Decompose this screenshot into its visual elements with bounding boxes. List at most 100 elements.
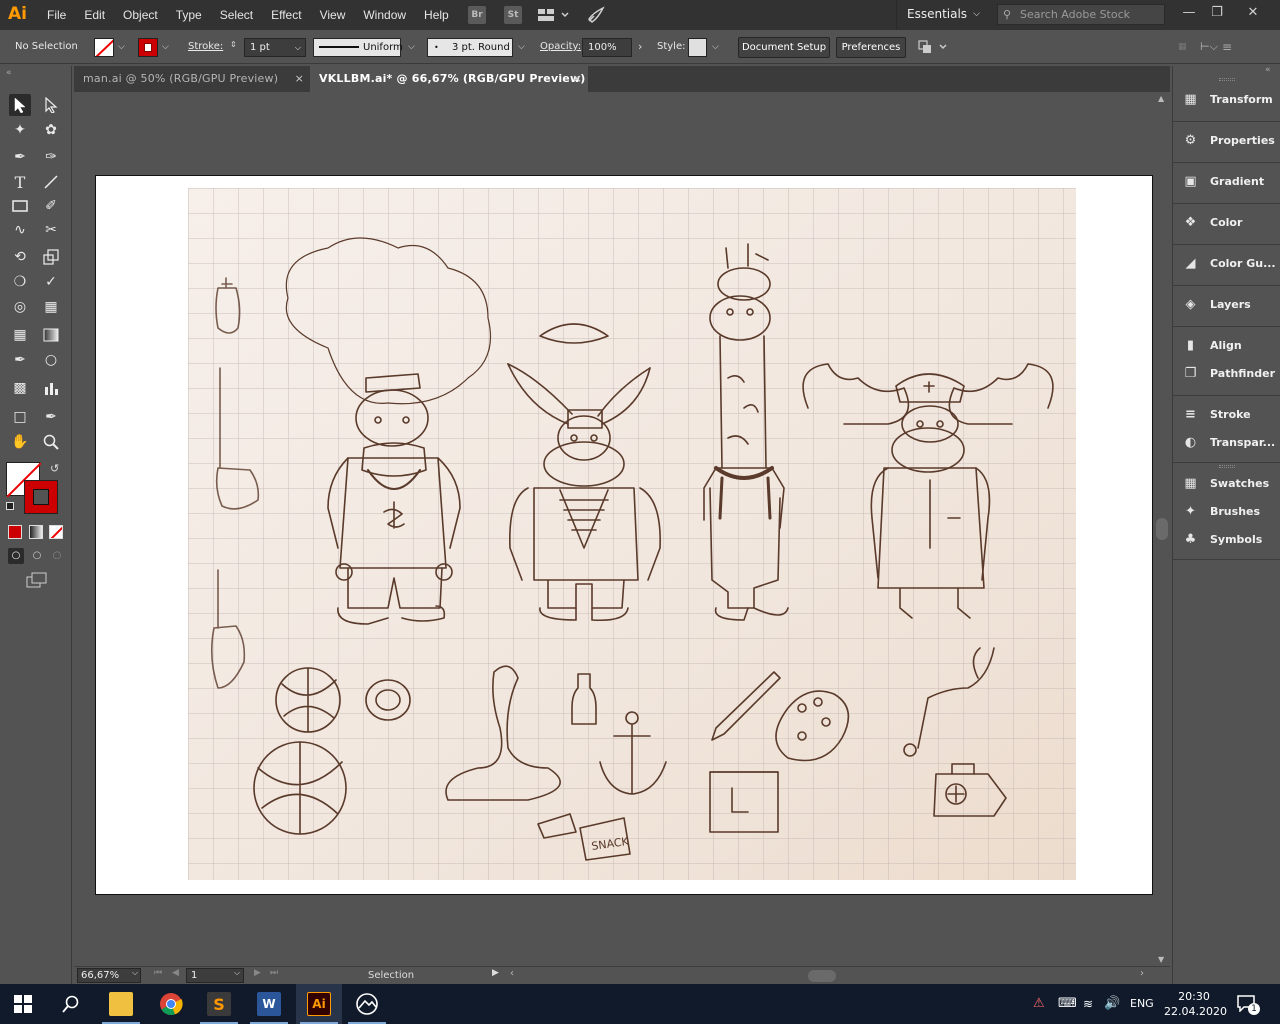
wifi-icon[interactable]: ≋ [1083, 984, 1093, 1024]
magic-wand-tool[interactable]: ✦ [9, 119, 31, 141]
volume-icon[interactable]: 🔊 [1104, 984, 1120, 1024]
clock[interactable]: 20:30 22.04.2020 [1164, 989, 1227, 1019]
start-button[interactable] [0, 984, 46, 1024]
artboard[interactable]: SNACK [95, 175, 1153, 895]
symbol-sprayer-tool[interactable]: ▩ [9, 377, 31, 399]
mesh-tool[interactable]: ▦ [9, 324, 31, 346]
horizontal-scroll-thumb[interactable] [808, 970, 836, 982]
tray-app-icon[interactable]: ⚠ [1033, 984, 1045, 1024]
panel-menu-icon[interactable]: ≡ [1222, 30, 1232, 64]
panel-color-guide[interactable]: ◢ Color Gu... [1173, 251, 1280, 277]
gpu-performance-button[interactable] [586, 5, 606, 28]
slice-tool[interactable]: ✒ [40, 406, 62, 428]
puppet-warp-tool[interactable]: ❍ [9, 271, 31, 293]
menu-object[interactable]: Object [114, 8, 167, 22]
arrange-button[interactable] [916, 38, 950, 59]
vertical-scrollbar[interactable]: ▲ ▼ [1154, 92, 1170, 966]
search-button[interactable] [48, 984, 94, 1024]
taskbar-illustrator[interactable]: Ai [296, 984, 342, 1024]
taskbar-word[interactable]: W [246, 984, 292, 1024]
menu-file[interactable]: File [38, 8, 75, 22]
pen-tool[interactable]: ✒ [9, 146, 31, 168]
type-tool[interactable]: T [9, 171, 31, 193]
taskbar-file-explorer[interactable] [98, 984, 144, 1024]
panel-pathfinder[interactable]: ❐ Pathfinder [1173, 361, 1280, 387]
color-mode-button[interactable] [8, 525, 22, 539]
expand-panels-icon[interactable]: « [1265, 65, 1271, 75]
sketch-photo[interactable]: SNACK [188, 188, 1076, 880]
align-icon[interactable]: ▦ [1178, 30, 1187, 64]
first-artboard-icon[interactable]: ⏮ [154, 968, 162, 978]
stock-button[interactable]: St [504, 6, 522, 24]
panel-align[interactable]: ▮ Align [1173, 333, 1280, 359]
vertical-scroll-thumb[interactable] [1156, 518, 1168, 540]
scroll-right-icon[interactable]: › [1140, 968, 1144, 979]
panel-properties[interactable]: ⚙ Properties [1173, 128, 1280, 154]
change-screen-mode-button[interactable] [26, 572, 48, 591]
transform-shortcut-icon[interactable]: ⊢⌵ [1200, 30, 1218, 64]
panel-grip[interactable] [1219, 465, 1235, 468]
stroke-weight-field[interactable]: 1 pt ⌵ [244, 38, 306, 57]
next-artboard-icon[interactable]: ▶ [254, 968, 261, 978]
shape-builder-tool[interactable]: ◎ [9, 296, 31, 318]
scroll-down-icon[interactable]: ▼ [1158, 955, 1164, 964]
panel-gradient[interactable]: ▣ Gradient [1173, 169, 1280, 195]
status-menu-icon[interactable]: ▶ [492, 968, 499, 978]
artboard-dropdown-icon[interactable]: ⌵ [234, 968, 240, 978]
usb-device-icon[interactable]: ⌨ [1058, 984, 1077, 1024]
menu-edit[interactable]: Edit [75, 8, 114, 22]
zoom-dropdown-icon[interactable]: ⌵ [132, 968, 138, 978]
draw-inside-button[interactable]: ○ [49, 548, 65, 564]
gradient-mode-button[interactable] [29, 525, 43, 539]
hand-tool[interactable]: ✋ [9, 431, 31, 453]
stroke-swatch[interactable] [138, 38, 158, 57]
adobe-stock-search[interactable]: ⚲ Search Adobe Stock [997, 4, 1165, 25]
style-dropdown-icon[interactable]: ⌵ [712, 30, 719, 64]
scroll-up-icon[interactable]: ▲ [1158, 94, 1164, 103]
eyedropper-tool[interactable]: ✒ [9, 349, 31, 371]
direct-selection-tool[interactable] [40, 94, 62, 116]
close-icon[interactable]: × [295, 66, 304, 92]
stroke-stepper-icon[interactable]: ⇕ [230, 30, 237, 64]
brush-definition[interactable]: • 3 pt. Round [427, 38, 513, 57]
panel-transform[interactable]: ▦ Transform [1173, 87, 1280, 113]
preferences-button[interactable]: Preferences [836, 37, 906, 58]
scissors-tool[interactable]: ✂ [40, 219, 62, 241]
document-setup-button[interactable]: Document Setup [738, 37, 830, 58]
panel-swatches[interactable]: ▦ Swatches [1173, 471, 1280, 497]
tab-man-ai[interactable]: man.ai @ 50% (RGB/GPU Preview) × [74, 66, 310, 92]
swap-fill-stroke-icon[interactable]: ↺ [50, 462, 59, 475]
perspective-grid-tool[interactable]: ▦ [40, 296, 62, 318]
workspace-switcher[interactable]: Essentials ⌵ [896, 0, 990, 30]
column-graph-tool[interactable] [40, 377, 62, 399]
artboard-tool[interactable]: □ [9, 406, 31, 428]
previous-artboard-icon[interactable]: ◀ [172, 968, 179, 978]
last-artboard-icon[interactable]: ⏭ [270, 968, 278, 978]
gradient-tool[interactable] [40, 324, 62, 346]
close-button[interactable]: ✕ [1238, 2, 1268, 24]
menu-select[interactable]: Select [211, 8, 262, 22]
curvature-tool[interactable]: ✑ [40, 146, 62, 168]
menu-view[interactable]: View [311, 8, 355, 22]
brush-dropdown-icon[interactable]: ⌵ [518, 30, 525, 64]
line-segment-tool[interactable] [40, 171, 62, 193]
language-indicator[interactable]: ENG [1130, 984, 1154, 1024]
close-icon[interactable]: × [573, 66, 582, 92]
fill-swatch[interactable] [94, 38, 114, 57]
chevron-right-icon[interactable]: › [638, 30, 642, 64]
taskbar-sublime-text[interactable]: S [196, 984, 242, 1024]
lasso-tool[interactable]: ✿ [40, 119, 62, 141]
puppet-pin-tool[interactable]: ✓ [40, 271, 62, 293]
collapse-arrows-icon[interactable]: « [6, 68, 12, 78]
zoom-tool[interactable] [40, 431, 62, 453]
bridge-button[interactable]: Br [468, 6, 486, 24]
blend-tool[interactable]: ○ [40, 349, 62, 371]
paintbrush-tool[interactable]: ✐ [40, 195, 62, 217]
opacity-label[interactable]: Opacity: [540, 30, 581, 64]
arrange-documents-button[interactable] [536, 6, 570, 27]
document-canvas[interactable]: SNACK [74, 92, 1154, 966]
selection-tool[interactable] [9, 94, 31, 116]
panel-brushes[interactable]: ✦ Brushes [1173, 499, 1280, 525]
shaper-tool[interactable]: ∿ [9, 219, 31, 241]
scale-tool[interactable] [40, 246, 62, 268]
